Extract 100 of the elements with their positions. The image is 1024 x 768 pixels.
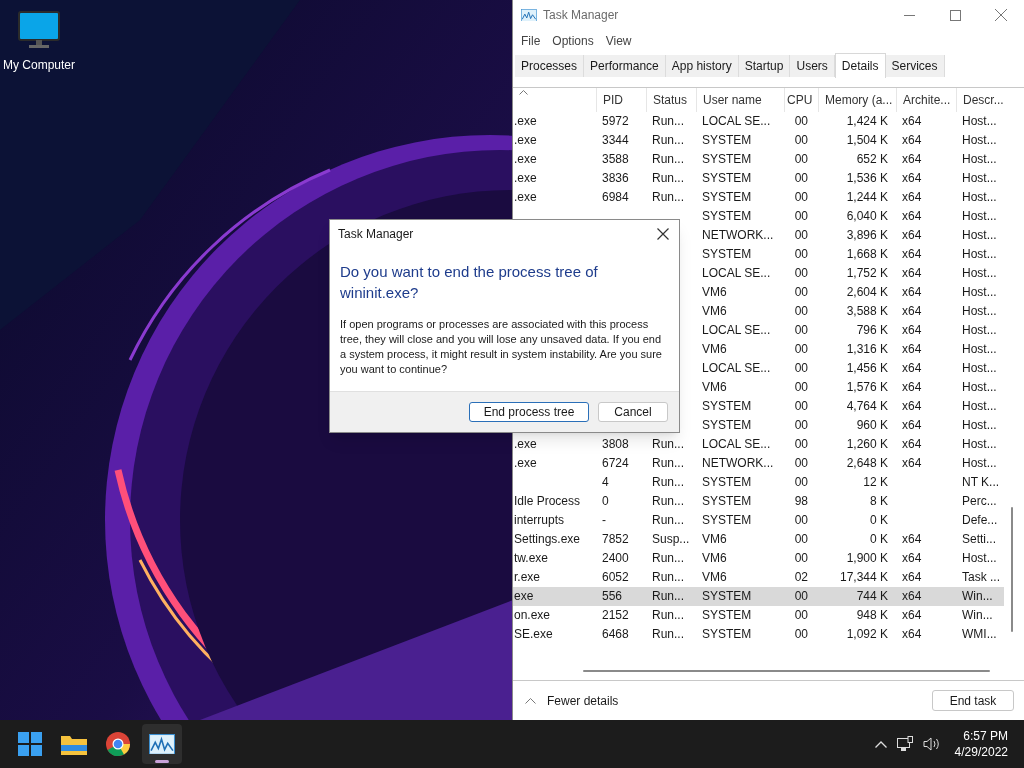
table-cell: 00	[794, 190, 808, 204]
close-icon	[995, 9, 1007, 21]
table-cell: 3,588 K	[846, 304, 888, 318]
table-cell: LOCAL SE...	[702, 437, 771, 451]
chart-icon	[149, 733, 175, 755]
table-cell: Host...	[962, 152, 997, 166]
table-cell: 1,092 K	[846, 627, 888, 641]
menu-item[interactable]: File	[521, 32, 541, 50]
dialog-button[interactable]: End process tree	[469, 402, 589, 422]
table-cell: x64	[902, 551, 922, 565]
table-cell: interrupts	[514, 513, 565, 527]
minimize-icon	[903, 14, 915, 16]
horizontal-scrollbar[interactable]	[583, 670, 990, 672]
table-cell: x64	[902, 133, 922, 147]
clock-date[interactable]: 4/29/2022	[954, 744, 1008, 760]
tab[interactable]: Startup	[738, 55, 791, 77]
table-cell: Run...	[652, 171, 684, 185]
table-cell: x64	[902, 456, 922, 470]
table-cell: Host...	[962, 171, 997, 185]
table-cell: 00	[794, 133, 808, 147]
table-cell: 2,648 K	[846, 456, 888, 470]
table-cell: LOCAL SE...	[702, 323, 771, 337]
column-header[interactable]: Archite...	[903, 91, 951, 109]
table-cell: 556	[602, 589, 623, 603]
table-cell: Host...	[962, 380, 997, 394]
table-cell: 00	[794, 266, 808, 280]
tab[interactable]: App history	[665, 55, 739, 77]
table-cell: x64	[902, 627, 922, 641]
column-header[interactable]: CPU	[787, 91, 813, 109]
table-cell: 00	[794, 513, 808, 527]
table-cell: x64	[902, 418, 922, 432]
table-cell: 4	[602, 475, 609, 489]
tab[interactable]: Performance	[584, 55, 666, 77]
table-cell: 744 K	[856, 589, 888, 603]
table-cell: Run...	[652, 152, 684, 166]
table-cell: 12 K	[863, 475, 888, 489]
table-cell: 6724	[602, 456, 629, 470]
table-cell: VM6	[702, 304, 727, 318]
table-cell: x64	[902, 589, 922, 603]
close-button[interactable]	[655, 226, 671, 242]
column-header[interactable]: Descr...	[963, 91, 1004, 109]
clock-time[interactable]: 6:57 PM	[963, 728, 1008, 744]
table-cell: x64	[902, 380, 922, 394]
column-header[interactable]: Status	[653, 91, 688, 109]
table-cell: x64	[902, 190, 922, 204]
table-cell: 1,668 K	[846, 247, 888, 261]
table-cell: 00	[794, 608, 808, 622]
table-cell: 1,576 K	[846, 380, 888, 394]
table-cell: x64	[902, 342, 922, 356]
table-cell: 00	[794, 228, 808, 242]
table-row[interactable]: exe 556 Run... SYSTEM 00 744 K x64 Win...	[513, 587, 1004, 606]
table-cell: Host...	[962, 551, 997, 565]
table-cell: 6052	[602, 570, 629, 584]
desktop-icon-label[interactable]: My Computer	[3, 56, 75, 74]
table-cell: SYSTEM	[702, 608, 752, 622]
table-cell: 1,260 K	[846, 437, 888, 451]
table-cell: 98	[794, 494, 808, 508]
dialog-button[interactable]: Cancel	[598, 402, 668, 422]
table-cell: .exe	[514, 437, 537, 451]
network-icon[interactable]	[896, 736, 913, 752]
table-cell: x64	[902, 247, 922, 261]
table-cell: SYSTEM	[702, 171, 752, 185]
table-cell: x64	[902, 171, 922, 185]
tab[interactable]: Services	[885, 55, 945, 77]
table-cell: Setti...	[962, 532, 996, 546]
active-indicator	[155, 760, 169, 763]
table-cell: 0	[602, 494, 609, 508]
end-task-button[interactable]: End task	[932, 690, 1014, 711]
table-cell: x64	[902, 437, 922, 451]
table-cell: 00	[794, 589, 808, 603]
table-cell: VM6	[702, 551, 727, 565]
table-cell: 00	[794, 304, 808, 318]
table-cell: 00	[794, 114, 808, 128]
table-cell: Run...	[652, 475, 684, 489]
column-header[interactable]: PID	[603, 91, 623, 109]
tab[interactable]: Details	[834, 53, 886, 78]
tab[interactable]: Processes	[515, 55, 585, 77]
table-cell: 00	[794, 437, 808, 451]
table-cell: 3588	[602, 152, 629, 166]
volume-icon[interactable]	[922, 736, 941, 752]
table-cell: 00	[794, 342, 808, 356]
table-cell: VM6	[702, 532, 727, 546]
table-cell: NETWORK...	[702, 228, 774, 242]
menu-item[interactable]: View	[605, 32, 632, 50]
table-cell: NT K...	[962, 475, 1000, 489]
sort-caret-icon[interactable]	[519, 90, 528, 95]
table-cell: 652 K	[856, 152, 888, 166]
table-cell: on.exe	[514, 608, 551, 622]
table-cell: Host...	[962, 304, 997, 318]
table-cell: Defe...	[962, 513, 998, 527]
column-header[interactable]: Memory (a...	[825, 91, 893, 109]
fewer-details-link[interactable]: Fewer details	[547, 691, 619, 710]
table-cell: 3,896 K	[846, 228, 888, 242]
menu-item[interactable]: Options	[552, 32, 594, 50]
tab[interactable]: Users	[790, 55, 835, 77]
column-header[interactable]: User name	[703, 91, 762, 109]
taskbar-app[interactable]	[142, 724, 182, 764]
table-cell: SE.exe	[514, 627, 553, 641]
table-cell: Host...	[962, 114, 997, 128]
table-cell: Host...	[962, 323, 997, 337]
